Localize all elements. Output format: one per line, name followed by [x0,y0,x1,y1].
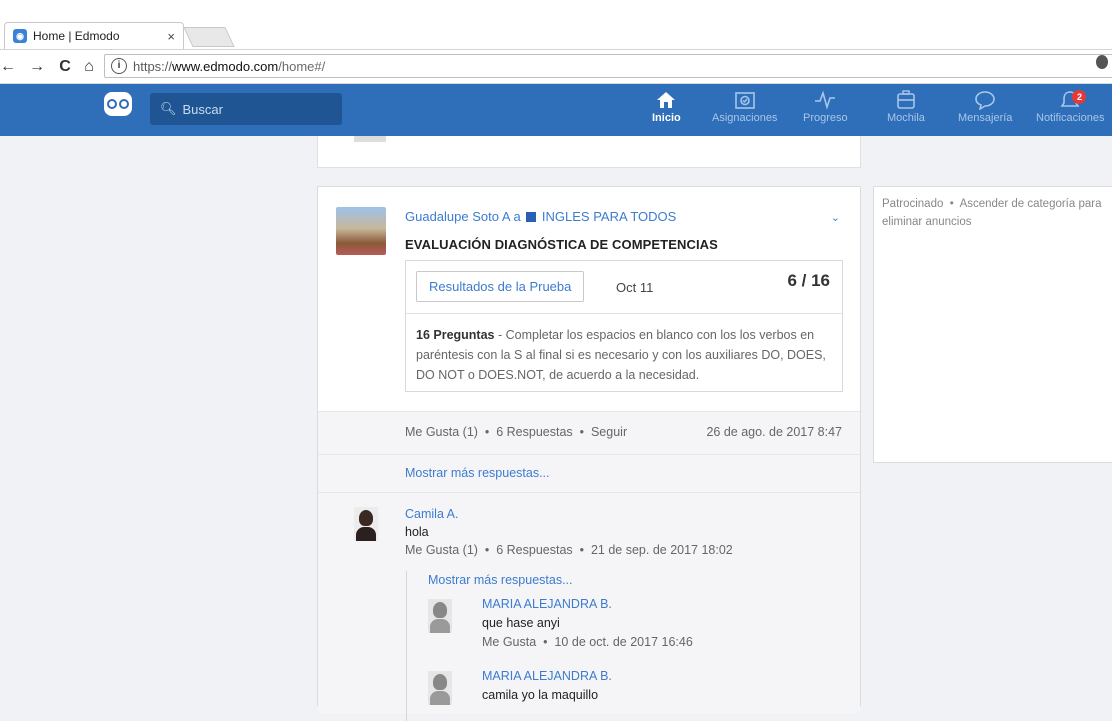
search-placeholder: Buscar [182,101,223,117]
comment-like-link[interactable]: Me Gusta (1) [405,543,478,557]
reply-avatar[interactable] [428,671,452,705]
sponsored-label: Patrocinado [882,198,944,210]
nav-item-inicio[interactable]: Inicio [652,88,681,134]
post-title: EVALUACIÓN DIAGNÓSTICA DE COMPETENCIAS [405,237,718,252]
nav-item-notificaciones[interactable]: 2 Notificaciones [1036,88,1104,134]
previous-post-stub [317,136,861,168]
browser-tab[interactable]: ◉ Home | Edmodo × [4,22,184,49]
home-browser-icon[interactable]: ⌂ [78,58,100,76]
separator: • [484,543,490,557]
show-more-replies-link[interactable]: Mostrar más respuestas... [405,466,550,480]
nav-item-progreso[interactable]: Progreso [803,88,848,134]
url-path: /home#/ [278,58,326,74]
show-more-replies-row: Mostrar más respuestas... [318,455,860,493]
progress-icon [814,88,836,112]
home-icon [656,88,676,112]
quiz-question-count: 16 Preguntas [416,328,495,342]
url-host: www.edmodo.com [172,58,279,74]
follow-link[interactable]: Seguir [591,425,627,439]
browser-top-strip [0,0,1112,22]
post-group-link[interactable]: INGLES PARA TODOS [542,209,676,224]
nav-item-mochila[interactable]: Mochila [887,88,925,134]
info-icon[interactable]: i [111,58,127,74]
backpack-icon [895,88,917,112]
like-link[interactable]: Me Gusta (1) [405,425,478,439]
main-feed: Guadalupe Soto A a INGLES PARA TODOS ⌄ E… [317,136,861,721]
nav-label: Notificaciones [1036,112,1105,124]
sponsored-panel: Patrocinado • Ascender de categoría para… [873,186,1112,463]
message-icon [974,88,996,112]
post-card: Guadalupe Soto A a INGLES PARA TODOS ⌄ E… [317,186,861,721]
nav-label: Progreso [803,112,848,124]
reply-text: camila yo la maquillo [482,688,599,702]
notification-count-badge: 2 [1072,90,1087,104]
reply-text: que hase anyi [482,616,560,630]
reply-author-link[interactable]: MARIA ALEJANDRA B. [482,669,612,683]
post-options-chevron-down-icon[interactable]: ⌄ [831,211,840,224]
quiz-score: 6 / 16 [787,271,830,290]
close-tab-icon[interactable]: × [167,29,175,44]
post-actions: Me Gusta (1) • 6 Respuestas • Seguir [405,425,627,439]
nav-item-mensajeria[interactable]: Mensajería [958,88,1012,134]
comment-text: hola [405,525,429,539]
url-protocol: https:// [133,58,173,74]
separator: • [543,635,548,649]
comment-avatar[interactable] [354,507,378,541]
post-author-link[interactable]: Guadalupe Soto A [405,209,510,224]
comment-author-link[interactable]: Camila A. [405,507,459,521]
reply-like-link[interactable]: Me Gusta [482,635,536,649]
post-timestamp: 26 de ago. de 2017 8:47 [706,425,842,439]
separator: • [949,198,954,210]
reply-timestamp: 10 de oct. de 2017 16:46 [554,635,693,649]
edmodo-logo-icon[interactable] [104,92,132,116]
separator: • [484,425,490,439]
url-field[interactable]: i https://www.edmodo.com/home#/ [104,54,1112,78]
edmodo-favicon-icon: ◉ [13,29,27,43]
forward-arrow-icon[interactable]: → [26,58,48,76]
quiz-attachment: Resultados de la Prueba Oct 11 6 / 16 16… [405,260,843,392]
address-bar-row: ← → C ⌂ i https://www.edmodo.com/home#/ [0,50,1112,84]
reload-icon[interactable]: C [54,58,76,76]
extension-icon[interactable] [1096,55,1108,69]
separator: • [579,543,585,557]
search-icon: 🔍︎ [160,101,177,116]
nav-label: Asignaciones [712,112,778,124]
upgrade-link-cont[interactable]: eliminar anuncios [882,216,972,228]
reply-author-link[interactable]: MARIA ALEJANDRA B. [482,597,612,611]
search-input[interactable]: 🔍︎ Buscar [150,93,342,125]
quiz-results-button[interactable]: Resultados de la Prueba [416,271,585,302]
comment-meta: Me Gusta (1) • 6 Respuestas • 21 de sep.… [405,543,733,557]
post-meta-row: Me Gusta (1) • 6 Respuestas • Seguir 26 … [318,411,860,455]
replies-link[interactable]: 6 Respuestas [496,425,572,439]
tab-bar: ◉ Home | Edmodo × [0,22,1112,50]
sub-replies: Mostrar más respuestas... MARIA ALEJANDR… [406,571,847,721]
new-tab-button[interactable] [183,27,235,47]
show-more-sub-replies-link[interactable]: Mostrar más respuestas... [428,573,573,587]
quiz-header: Resultados de la Prueba Oct 11 6 / 16 [406,261,842,314]
tab-title: Home | Edmodo [33,29,120,43]
separator: • [579,425,585,439]
quiz-description: 16 Preguntas - Completar los espacios en… [406,314,842,396]
app-navbar: 🔍︎ Buscar Inicio Asignaciones Progreso M… [0,84,1112,136]
nav-label: Inicio [652,112,681,124]
nav-item-asignaciones[interactable]: Asignaciones [712,88,777,134]
reply-avatar[interactable] [428,599,452,633]
assignments-icon [734,88,756,112]
comment-timestamp: 21 de sep. de 2017 18:02 [590,543,733,557]
comment-thread: Camila A. hola Me Gusta (1) • 6 Respuest… [318,493,860,721]
post-header: Guadalupe Soto A a INGLES PARA TODOS [405,209,676,224]
group-color-icon [526,212,537,222]
comment-replies-link[interactable]: 6 Respuestas [496,543,572,557]
quiz-date: Oct 11 [616,280,654,295]
nav-label: Mochila [887,112,925,124]
reply-meta: Me Gusta • 10 de oct. de 2017 16:46 [482,635,693,649]
back-arrow-icon[interactable]: ← [0,58,16,76]
author-avatar[interactable] [336,207,386,255]
upgrade-link[interactable]: Ascender de categoría para [960,198,1102,210]
post-connector: a [513,209,521,224]
nav-label: Mensajería [958,112,1013,124]
